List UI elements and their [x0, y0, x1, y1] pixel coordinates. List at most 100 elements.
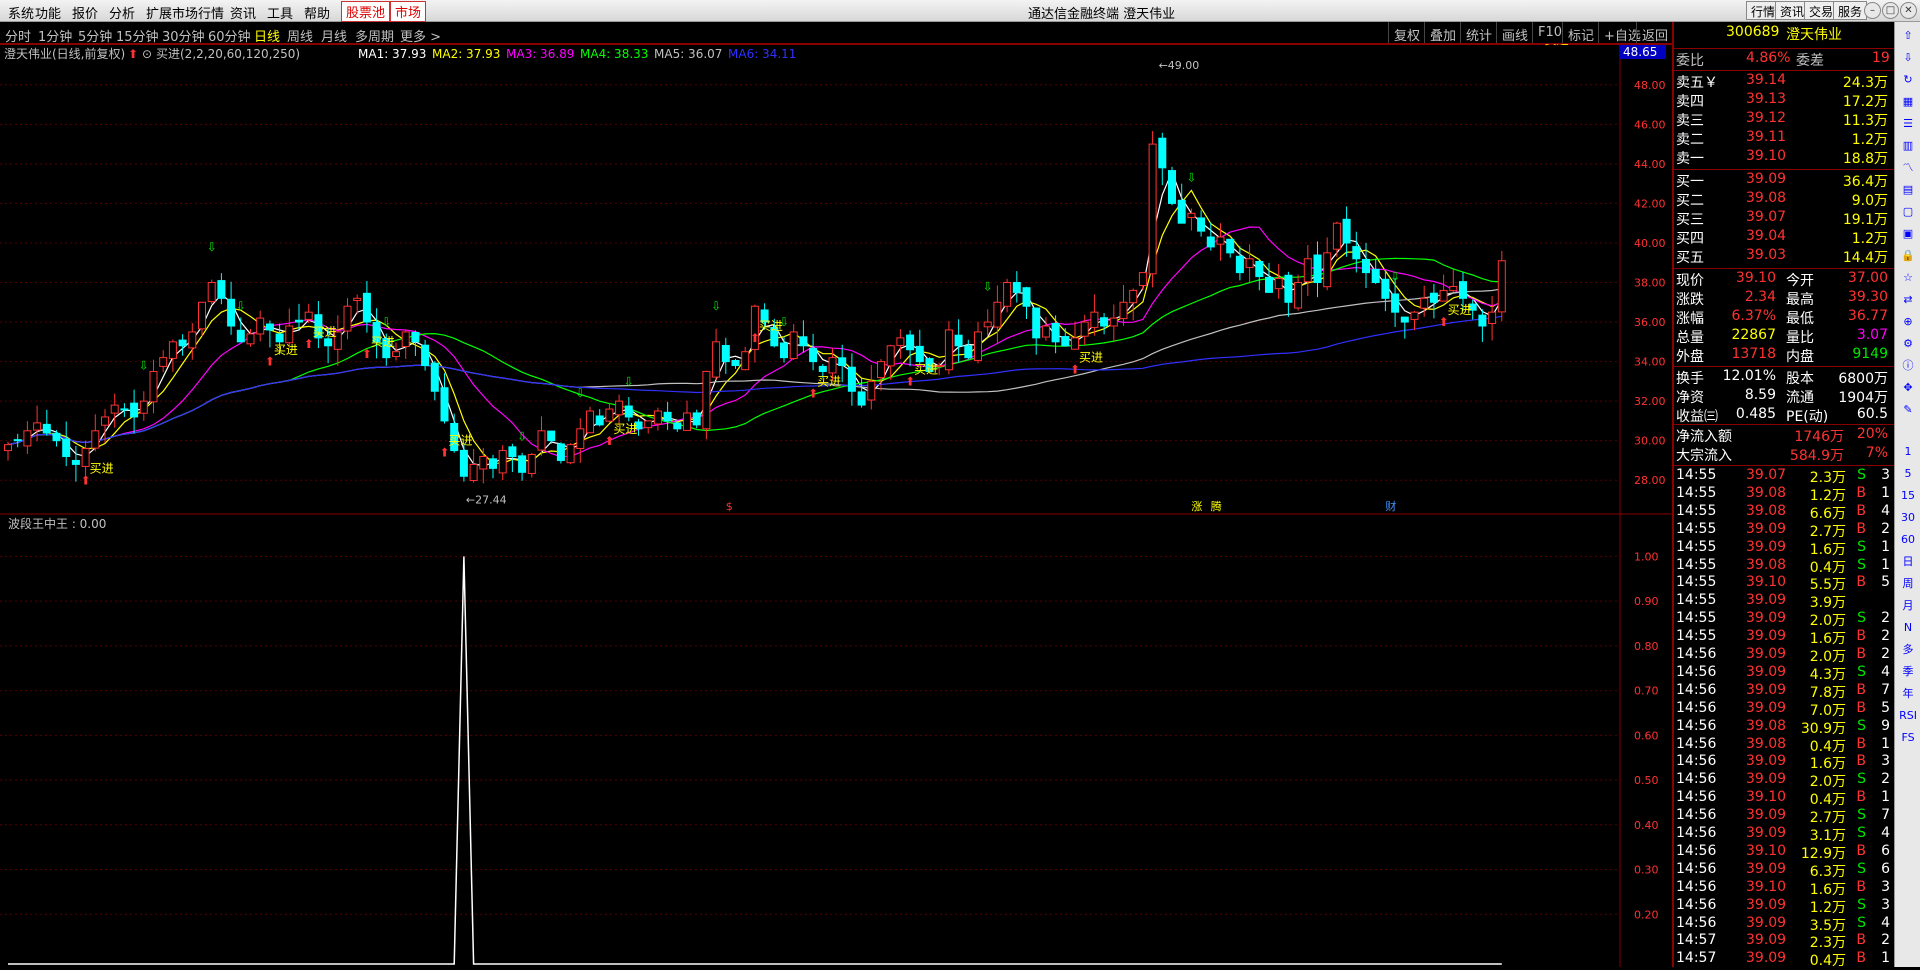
tab-weekly[interactable]: 周线: [287, 26, 313, 45]
settings-icon[interactable]: ⚙: [1898, 334, 1918, 354]
candle-body: [33, 422, 42, 431]
grid-icon[interactable]: ▦: [1898, 92, 1918, 112]
menu-item-stock-pool[interactable]: 股票池: [341, 1, 391, 22]
candle-body: [518, 455, 527, 473]
list-icon[interactable]: ☰: [1898, 114, 1918, 134]
move-icon[interactable]: ✥: [1898, 378, 1918, 398]
tick-row-cell: 39.09: [1746, 950, 1787, 967]
tab-5min[interactable]: 5分钟: [78, 26, 112, 45]
tick-row-cell: 14:57: [1676, 932, 1717, 949]
tick-row-cell: 39.09: [1746, 538, 1787, 555]
side-period-button[interactable]: 季: [1898, 662, 1918, 682]
side-period-button[interactable]: 60: [1898, 530, 1918, 550]
tab-15min[interactable]: 15分钟: [116, 26, 159, 45]
line-chart-icon[interactable]: 〽: [1898, 158, 1918, 178]
tick-row-cell: B: [1856, 646, 1866, 662]
close-icon[interactable]: ✕: [1900, 2, 1917, 19]
candle-body: [362, 292, 371, 323]
info-icon[interactable]: ⓘ: [1898, 356, 1918, 376]
candle-body: [440, 387, 449, 422]
tick-row: 14:56 39.08 0.4万 B 1: [1676, 736, 1892, 755]
side-period-button[interactable]: 多: [1898, 640, 1918, 660]
tick-row-cell: S: [1857, 717, 1866, 734]
toolbar-overlay[interactable]: 叠加: [1424, 22, 1461, 44]
compare-icon[interactable]: ⇄: [1898, 290, 1918, 310]
toolbar-mark[interactable]: 标记: [1562, 22, 1599, 44]
candle-body: [1158, 137, 1167, 169]
side-period-button[interactable]: 5: [1898, 464, 1918, 484]
tab-30min[interactable]: 30分钟: [162, 26, 205, 45]
side-period-button[interactable]: 15: [1898, 486, 1918, 506]
side-period-button[interactable]: FS: [1898, 728, 1918, 748]
tick-row-cell: 4: [1881, 914, 1890, 931]
candle-body: [731, 359, 740, 367]
menu-item-function[interactable]: 功能: [35, 3, 61, 22]
toolbar-stats[interactable]: 统计: [1460, 22, 1497, 44]
tab-multi-period[interactable]: 多周期: [355, 26, 394, 45]
doc-icon[interactable]: ▢: [1898, 202, 1918, 222]
tab-1min[interactable]: 1分钟: [38, 26, 72, 45]
side-period-button[interactable]: N: [1898, 618, 1918, 638]
side-period-button[interactable]: 年: [1898, 684, 1918, 704]
tab-daily[interactable]: 日线: [254, 26, 280, 45]
menu-item-analysis[interactable]: 分析: [109, 3, 135, 22]
buy-arrow-icon: ⬆: [440, 446, 450, 460]
bid-row: 买五 39.03 14.4万: [1676, 247, 1892, 266]
buy-signal-label: 买进: [449, 434, 473, 448]
ask-row-cell: 11.3万: [1842, 113, 1888, 129]
candle-body: [624, 405, 633, 418]
sell-arrow-icon: ⇩: [517, 430, 527, 444]
menu-item-system[interactable]: 系统: [8, 3, 34, 22]
menu-item-market[interactable]: 市场: [390, 1, 427, 22]
side-period-button[interactable]: 1: [1898, 442, 1918, 462]
collapse-icon[interactable]: ⊙: [142, 47, 152, 61]
refresh-icon[interactable]: ↻: [1898, 70, 1918, 90]
chart-area[interactable]: 澄天伟业(日线,前复权) ⬆ ⊙ 买进(2,2,20,60,120,250) M…: [0, 33, 1672, 967]
menu-item-tools[interactable]: 工具: [267, 3, 293, 22]
up-icon[interactable]: ⇧: [1898, 26, 1918, 46]
tick-row-cell: 3: [1881, 878, 1890, 895]
buy-signal-label: 买进: [1545, 44, 1569, 47]
menu-item-quote[interactable]: 报价: [72, 3, 98, 22]
side-period-button[interactable]: 月: [1898, 596, 1918, 616]
candle-body: [702, 370, 711, 430]
tick-row-cell: 39.10: [1746, 789, 1787, 806]
star-icon[interactable]: ☆: [1898, 268, 1918, 288]
side-period-button[interactable]: 日: [1898, 552, 1918, 572]
tick-row-cell: B: [1856, 878, 1866, 895]
zoom-icon[interactable]: ⊕: [1898, 312, 1918, 332]
toolbar-restore-rights[interactable]: 复权: [1388, 22, 1425, 44]
minimize-icon[interactable]: –: [1864, 2, 1881, 19]
pen-icon[interactable]: ✎: [1898, 400, 1918, 420]
tick-row-cell: 39.07: [1746, 467, 1787, 483]
maximize-icon[interactable]: □: [1882, 2, 1899, 19]
lock-icon[interactable]: 🔒: [1898, 246, 1918, 266]
tab-more[interactable]: 更多 >: [400, 26, 441, 45]
calendar-icon[interactable]: ▣: [1898, 224, 1918, 244]
down-icon[interactable]: ⇩: [1898, 48, 1918, 68]
candle-body: [62, 438, 71, 458]
tick-row: 14:56 39.09 7.8万 B 7: [1676, 682, 1892, 701]
tab-60min[interactable]: 60分钟: [208, 26, 251, 45]
side-period-button[interactable]: 30: [1898, 508, 1918, 528]
y-tick-label: 34.00: [1634, 356, 1666, 369]
kline-chart[interactable]: 澄天伟业(日线,前复权) ⬆ ⊙ 买进(2,2,20,60,120,250) M…: [0, 33, 1672, 967]
tab-intraday[interactable]: 分时: [5, 26, 31, 45]
toolbar-draw[interactable]: 画线: [1496, 22, 1533, 44]
tab-monthly[interactable]: 月线: [321, 26, 347, 45]
bar-chart-icon[interactable]: ▥: [1898, 136, 1918, 156]
bid-row: 买一 39.09 36.4万: [1676, 171, 1892, 190]
bid-row: 买三 39.07 19.1万: [1676, 209, 1892, 228]
menu-item-news[interactable]: 资讯: [230, 3, 256, 22]
table-icon[interactable]: ▤: [1898, 180, 1918, 200]
top-button-service[interactable]: 服务: [1833, 1, 1868, 20]
side-period-button[interactable]: RSI: [1898, 706, 1918, 726]
menu-item-ext-market[interactable]: 扩展市场行情: [146, 3, 224, 22]
candle-body: [1439, 289, 1448, 302]
event-mark: 腾: [1211, 499, 1222, 513]
tick-row: 14:55 39.09 2.7万 B 2: [1676, 521, 1892, 540]
menu-item-help[interactable]: 帮助: [304, 3, 330, 22]
side-period-button[interactable]: 周: [1898, 574, 1918, 594]
toolbar-back[interactable]: 返回: [1636, 22, 1673, 44]
tick-row: 14:56 39.10 1.6万 B 3: [1676, 879, 1892, 898]
